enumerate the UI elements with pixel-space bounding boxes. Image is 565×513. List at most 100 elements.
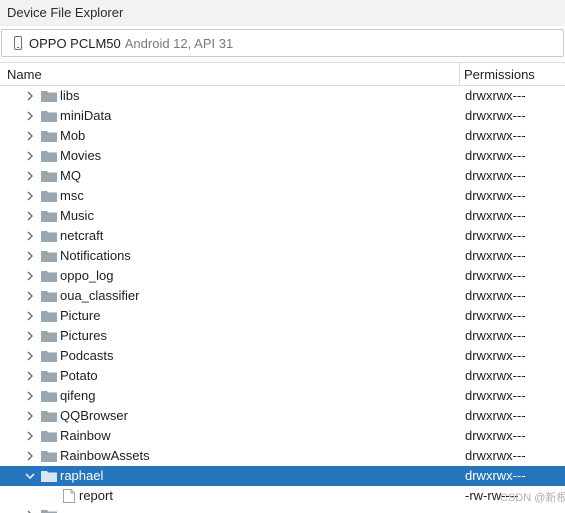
folder-icon xyxy=(41,410,57,422)
row-name: report xyxy=(79,488,113,503)
watermark: CSDN @新根 xyxy=(500,492,565,504)
folder-row[interactable]: RainbowAssets drwxrwx--- xyxy=(0,446,565,466)
folder-row[interactable]: Pictures drwxrwx--- xyxy=(0,326,565,346)
device-name: OPPO PCLM50 xyxy=(29,36,121,51)
chevron-right-icon[interactable] xyxy=(25,391,35,401)
chevron-right-icon[interactable] xyxy=(25,291,35,301)
chevron-right-icon[interactable] xyxy=(25,371,35,381)
column-divider[interactable] xyxy=(459,63,460,85)
row-name: msc xyxy=(60,188,84,203)
folder-icon xyxy=(41,210,57,222)
chevron-right-icon[interactable] xyxy=(25,191,35,201)
row-name: miniData xyxy=(60,108,112,123)
row-permissions: drwxrwx--- xyxy=(465,108,526,123)
chevron-right-icon[interactable] xyxy=(25,211,35,221)
folder-row[interactable]: oppo_log drwxrwx--- xyxy=(0,266,565,286)
chevron-right-icon[interactable] xyxy=(25,151,35,161)
row-name: oppo_log xyxy=(60,268,114,283)
row-name: Pictures xyxy=(60,328,107,343)
file-row[interactable]: report -rw-rw---- xyxy=(0,486,565,506)
row-permissions: drwxrwx--- xyxy=(465,168,526,183)
row-name: Music xyxy=(60,208,94,223)
device-label: OPPO PCLM50 Android 12, API 31 xyxy=(29,36,233,51)
row-name: Notifications xyxy=(60,248,131,263)
row-permissions: drwxrwx--- xyxy=(465,148,526,163)
folder-row[interactable]: Podcasts drwxrwx--- xyxy=(0,346,565,366)
column-header-permissions[interactable]: Permissions xyxy=(464,67,535,82)
folder-icon xyxy=(41,390,57,402)
row-permissions: drwxrwx--- xyxy=(465,448,526,463)
row-name: Mob xyxy=(60,128,86,143)
table-header: Name Permissions xyxy=(0,62,565,86)
row-permissions: drwxrwx--- xyxy=(465,248,526,263)
row-permissions: drwxrwx--- xyxy=(465,208,526,223)
chevron-right-icon[interactable] xyxy=(25,431,35,441)
row-permissions: drwxrwx--- xyxy=(465,308,526,323)
file-tree: libs drwxrwx--- miniData drwxrwx--- Mob drwxr… xyxy=(0,86,565,506)
column-header-name[interactable]: Name xyxy=(7,67,42,82)
row-name: qifeng xyxy=(60,388,96,403)
chevron-right-icon[interactable] xyxy=(25,331,35,341)
row-name: Potato xyxy=(60,368,98,383)
folder-row[interactable]: MQ drwxrwx--- xyxy=(0,166,565,186)
row-name: Podcasts xyxy=(60,348,114,363)
folder-icon xyxy=(41,470,57,482)
chevron-right-icon[interactable] xyxy=(25,271,35,281)
folder-row[interactable]: Movies drwxrwx--- xyxy=(0,146,565,166)
folder-row[interactable]: Music drwxrwx--- xyxy=(0,206,565,226)
folder-row[interactable]: qifeng drwxrwx--- xyxy=(0,386,565,406)
chevron-right-icon[interactable] xyxy=(25,111,35,121)
row-permissions: drwxrwx--- xyxy=(465,428,526,443)
folder-row[interactable]: oua_classifier drwxrwx--- xyxy=(0,286,565,306)
row-name: oua_classifier xyxy=(60,288,140,303)
chevron-right-icon[interactable] xyxy=(25,351,35,361)
row-permissions: drwxrwx--- xyxy=(465,408,526,423)
folder-row[interactable]: Rainbow drwxrwx--- xyxy=(0,426,565,446)
row-permissions: drwxrwx--- xyxy=(465,468,526,483)
folder-icon xyxy=(41,350,57,362)
folder-row[interactable]: netcraft drwxrwx--- xyxy=(0,226,565,246)
folder-row[interactable]: Mob drwxrwx--- xyxy=(0,126,565,146)
row-name: libs xyxy=(60,88,80,103)
device-selector[interactable]: OPPO PCLM50 Android 12, API 31 xyxy=(1,29,564,57)
folder-row[interactable]: libs drwxrwx--- xyxy=(0,86,565,106)
folder-row[interactable]: miniData drwxrwx--- xyxy=(0,106,565,126)
folder-row[interactable]: raphael drwxrwx--- xyxy=(0,466,565,486)
device-file-explorer-window: Device File Explorer OPPO PCLM50 Android … xyxy=(0,0,565,513)
row-permissions: drwxrwx--- xyxy=(465,328,526,343)
phone-icon xyxy=(14,36,22,50)
chevron-right-icon[interactable] xyxy=(25,131,35,141)
folder-row[interactable]: Picture drwxrwx--- xyxy=(0,306,565,326)
chevron-down-icon[interactable] xyxy=(25,471,35,481)
row-permissions: drwxrwx--- xyxy=(465,188,526,203)
folder-icon xyxy=(41,430,57,442)
row-permissions: drwxrwx--- xyxy=(465,128,526,143)
folder-row[interactable]: Potato drwxrwx--- xyxy=(0,366,565,386)
row-permissions: drwxrwx--- xyxy=(465,288,526,303)
folder-icon xyxy=(41,310,57,322)
row-name: QQBrowser xyxy=(60,408,128,423)
chevron-right-icon[interactable] xyxy=(25,311,35,321)
chevron-right-icon[interactable] xyxy=(25,171,35,181)
window-title: Device File Explorer xyxy=(7,5,124,20)
device-detail: Android 12, API 31 xyxy=(124,36,234,51)
chevron-right-icon[interactable] xyxy=(25,251,35,261)
folder-icon xyxy=(41,170,57,182)
row-permissions: drwxrwx--- xyxy=(465,228,526,243)
chevron-right-icon[interactable] xyxy=(25,411,35,421)
folder-icon xyxy=(41,250,57,262)
folder-row[interactable]: msc drwxrwx--- xyxy=(0,186,565,206)
folder-icon xyxy=(41,190,57,202)
chevron-right-icon[interactable] xyxy=(25,91,35,101)
row-name: Picture xyxy=(60,308,101,323)
row-name: RainbowAssets xyxy=(60,448,150,463)
folder-icon xyxy=(41,230,57,242)
folder-row[interactable]: QQBrowser drwxrwx--- xyxy=(0,406,565,426)
folder-icon xyxy=(41,509,57,513)
folder-row[interactable]: Notifications drwxrwx--- xyxy=(0,246,565,266)
chevron-right-icon[interactable] xyxy=(25,231,35,241)
row-permissions: drwxrwx--- xyxy=(465,348,526,363)
folder-icon xyxy=(41,150,57,162)
row-name: Rainbow xyxy=(60,428,111,443)
chevron-right-icon[interactable] xyxy=(25,451,35,461)
